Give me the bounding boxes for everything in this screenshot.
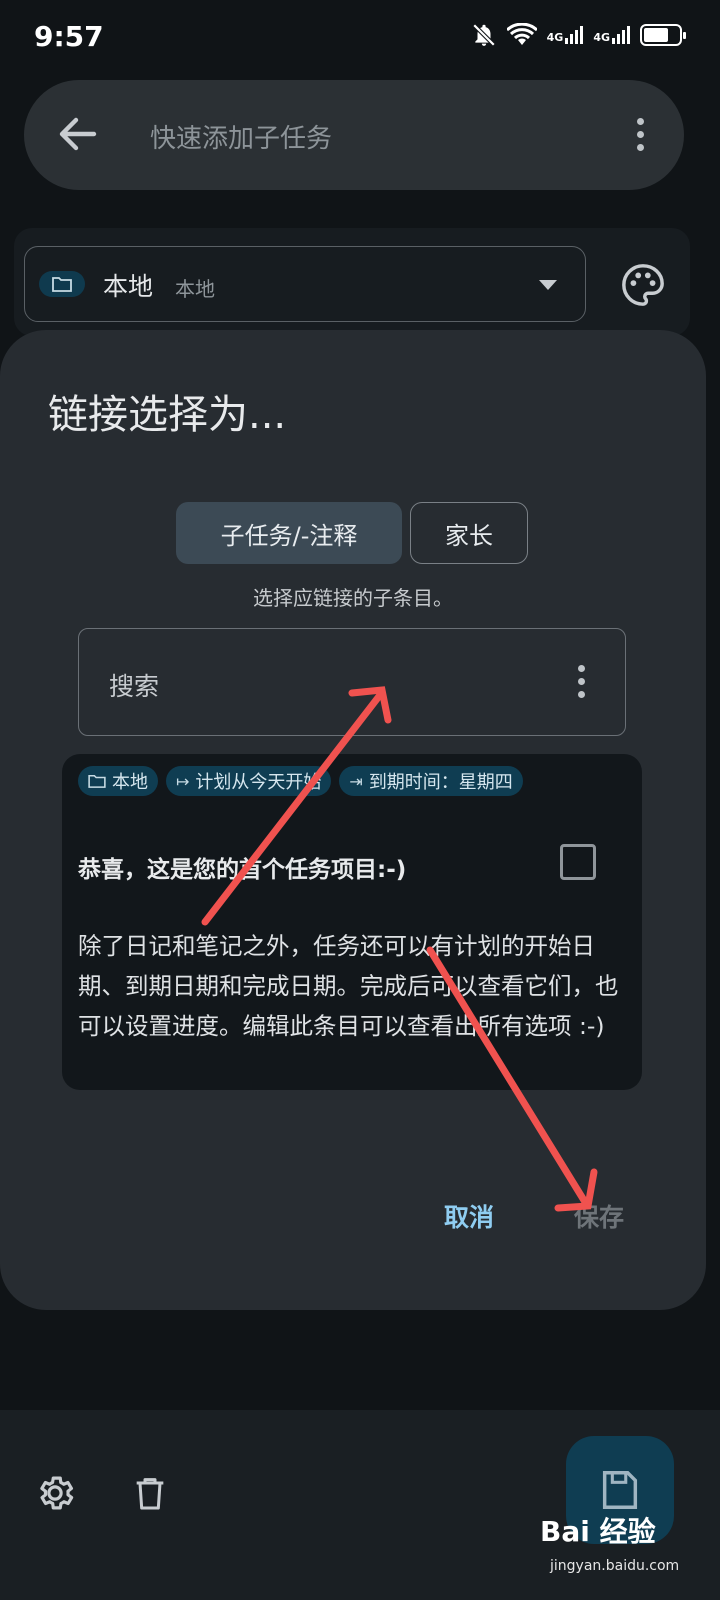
tag-label: 到期时间：星期四 (368, 772, 513, 793)
palette-icon[interactable] (620, 262, 666, 308)
network-type-1: 4G (546, 31, 564, 44)
folder-icon (39, 271, 85, 297)
tag-start-date: ↦ 计划从今天开始 (166, 766, 332, 796)
collection-account: 本地 (175, 277, 215, 301)
tab-subtask-note[interactable]: 子任务/-注释 (176, 502, 402, 564)
gear-icon[interactable] (34, 1472, 76, 1514)
link-dialog: 链接选择为... 子任务/-注释 家长 选择应链接的子条目。 搜索 本地 ↦ 计… (0, 330, 706, 1310)
battery-icon (640, 24, 686, 46)
status-icons: 4G 4G (471, 22, 686, 48)
search-field[interactable]: 搜索 (78, 628, 626, 736)
quick-add-subtask-input[interactable]: 快速添加子任务 (150, 118, 332, 155)
tab-parent[interactable]: 家长 (410, 502, 528, 564)
collection-dropdown[interactable]: 本地 本地 (24, 246, 586, 322)
status-time: 9:57 (34, 20, 104, 53)
start-icon: ↦ (176, 771, 190, 791)
tag-label: 计划从今天开始 (195, 772, 322, 793)
search-label: 搜索 (109, 672, 160, 701)
task-title: 恭喜，这是您的首个任务项目:-) (78, 857, 407, 883)
dialog-title: 链接选择为... (48, 392, 287, 438)
bell-off-icon (472, 23, 495, 47)
save-icon (602, 1471, 638, 1509)
task-item-card[interactable]: 本地 ↦ 计划从今天开始 ⇥ 到期时间：星期四 恭喜，这是您的首个任务项目:-)… (62, 754, 642, 1090)
task-tags: 本地 ↦ 计划从今天开始 ⇥ 到期时间：星期四 (78, 766, 523, 796)
tag-collection: 本地 (78, 766, 158, 796)
dialog-hint: 选择应链接的子条目。 (253, 586, 453, 610)
folder-icon (88, 774, 106, 788)
more-options-icon[interactable] (637, 118, 644, 151)
network-type-2: 4G (593, 31, 610, 44)
search-more-icon[interactable] (578, 665, 585, 698)
save-button[interactable]: 保存 (574, 1198, 624, 1234)
dropdown-arrow-icon (539, 280, 557, 290)
watermark-brand: Bai 经验 (540, 1515, 656, 1548)
tag-due-date: ⇥ 到期时间：星期四 (339, 766, 523, 796)
tag-label: 本地 (112, 772, 148, 793)
quick-add-bar: 快速添加子任务 (24, 80, 684, 190)
cancel-button[interactable]: 取消 (444, 1198, 494, 1234)
due-icon: ⇥ (349, 771, 363, 791)
task-description: 除了日记和笔记之外，任务还可以有计划的开始日期、到期日期和完成日期。完成后可以查… (78, 932, 619, 1040)
signal-2-icon: 4G (593, 26, 630, 44)
signal-1-icon: 4G (547, 26, 584, 44)
collection-name: 本地 (103, 272, 154, 301)
watermark-url: jingyan.baidu.com (550, 1558, 680, 1574)
task-checkbox[interactable] (560, 844, 596, 880)
trash-icon[interactable] (130, 1472, 170, 1514)
baidu-watermark: Bai 经验 jingyan.baidu.com (540, 1510, 679, 1574)
wifi-icon (506, 23, 537, 45)
back-arrow-icon[interactable] (54, 110, 102, 158)
